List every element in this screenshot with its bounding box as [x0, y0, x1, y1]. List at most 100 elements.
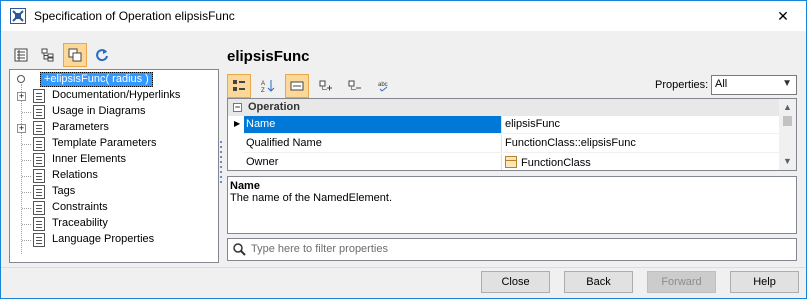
grid-group-operation[interactable]: − Operation: [228, 99, 780, 116]
row-marker-icon: ▶: [234, 119, 241, 128]
tree-item[interactable]: Tags: [10, 184, 218, 200]
document-icon: [33, 89, 45, 103]
grid-group-label: Operation: [248, 101, 300, 113]
chevron-down-icon: ▼: [782, 78, 792, 89]
tree-item-label: Traceability: [52, 217, 108, 229]
categorized-button[interactable]: [227, 74, 251, 98]
title-bar: Specification of Operation elipsisFunc ✕: [1, 1, 806, 31]
property-value-text: FunctionClass: [521, 157, 591, 169]
scroll-down-icon[interactable]: ▼: [779, 153, 796, 170]
description-icon: [290, 81, 304, 91]
filter-input[interactable]: Type here to filter properties: [227, 238, 797, 261]
tree-view-button[interactable]: [36, 43, 60, 67]
tree-item-label: Usage in Diagrams: [52, 105, 146, 117]
tree-item[interactable]: Usage in Diagrams: [10, 104, 218, 120]
document-icon: [33, 201, 45, 215]
svg-text:A: A: [261, 81, 265, 87]
document-icon: [33, 185, 45, 199]
spell-check-icon: abc: [378, 82, 388, 92]
tree-connector: [22, 208, 31, 209]
expand-icon: [319, 80, 332, 91]
window-title: Specification of Operation elipsisFunc: [34, 9, 235, 23]
tree-connector: [22, 224, 31, 225]
tree-connector: [22, 160, 31, 161]
description-text: The name of the NamedElement.: [230, 192, 393, 204]
back-button-label: Back: [586, 276, 611, 288]
tree-item[interactable]: Language Properties: [10, 232, 218, 248]
tree-item-label: Template Parameters: [52, 137, 157, 149]
collapse-group-icon[interactable]: −: [233, 103, 242, 112]
property-value[interactable]: FunctionClass: [503, 154, 780, 170]
tree-item[interactable]: + Parameters: [10, 120, 218, 136]
description-title: Name: [230, 180, 260, 192]
tree-item[interactable]: Constraints: [10, 200, 218, 216]
specification-tree[interactable]: +elipsisFunc( radius ) + Documentation/Hy…: [9, 69, 219, 263]
collapse-button[interactable]: [343, 74, 367, 98]
expand-button[interactable]: [314, 74, 338, 98]
splitter-handle[interactable]: [220, 141, 223, 187]
tree-toolbar: [9, 43, 114, 67]
properties-label: Properties:: [655, 79, 709, 91]
page-title: elipsisFunc: [227, 48, 310, 65]
scroll-thumb[interactable]: [783, 116, 792, 126]
list-view-button[interactable]: [9, 43, 33, 67]
property-value[interactable]: FunctionClass::elipsisFunc: [503, 135, 780, 153]
properties-toolbar: A Z abc: [227, 74, 396, 98]
property-key: Owner: [244, 154, 502, 170]
property-key: Name: [244, 116, 502, 134]
grid-scrollbar[interactable]: ▲ ▼: [779, 99, 796, 170]
spelling-button[interactable]: abc: [372, 74, 396, 98]
forward-button[interactable]: Forward: [647, 271, 716, 293]
property-value[interactable]: elipsisFunc: [503, 116, 780, 134]
tree-item-label: Relations: [52, 169, 98, 181]
help-button[interactable]: Help: [730, 271, 799, 293]
property-row[interactable]: Qualified Name FunctionClass::elipsisFunc: [228, 135, 780, 154]
tree-item-label: Parameters: [52, 121, 109, 133]
document-icon: [33, 121, 45, 135]
footer-divider: [1, 267, 806, 268]
refresh-button[interactable]: [90, 43, 114, 67]
refresh-icon: [96, 49, 108, 62]
property-row[interactable]: Owner FunctionClass: [228, 154, 780, 170]
sort-az-button[interactable]: A Z: [256, 74, 280, 98]
description-toggle-button[interactable]: [285, 74, 309, 98]
tree-item[interactable]: Inner Elements: [10, 152, 218, 168]
expand-icon[interactable]: +: [17, 92, 26, 101]
close-button[interactable]: Close: [481, 271, 550, 293]
property-value-text: elipsisFunc: [505, 118, 561, 130]
tree-root-label: +elipsisFunc( radius ): [40, 72, 153, 87]
back-button[interactable]: Back: [564, 271, 633, 293]
copy-view-button[interactable]: [63, 43, 87, 67]
tree-view-icon: [41, 48, 54, 62]
property-key: Qualified Name: [244, 135, 502, 153]
sort-az-icon: A Z: [261, 80, 275, 93]
filter-placeholder: Type here to filter properties: [251, 243, 388, 255]
close-icon: ✕: [777, 7, 789, 24]
tree-item[interactable]: + Documentation/Hyperlinks: [10, 88, 218, 104]
tree-root-item[interactable]: +elipsisFunc( radius ): [10, 72, 218, 88]
tree-item-label: Inner Elements: [52, 153, 126, 165]
tree-item[interactable]: Traceability: [10, 216, 218, 232]
svg-text:Z: Z: [261, 88, 265, 93]
expand-icon[interactable]: +: [17, 124, 26, 133]
tree-item-label: Constraints: [52, 201, 108, 213]
close-window-button[interactable]: ✕: [760, 1, 806, 31]
collapse-icon: [348, 80, 361, 90]
property-row[interactable]: ▶ Name elipsisFunc: [228, 116, 780, 135]
document-icon: [33, 137, 45, 151]
properties-select[interactable]: All ▼: [711, 75, 797, 95]
tree-connector: [22, 192, 31, 193]
tree-connector: [22, 176, 31, 177]
document-icon: [33, 217, 45, 231]
scroll-up-icon[interactable]: ▲: [779, 99, 796, 116]
tree-item[interactable]: Relations: [10, 168, 218, 184]
tree-item[interactable]: Template Parameters: [10, 136, 218, 152]
properties-grid: − Operation ▶ Name elipsisFunc Qualified Na…: [227, 98, 797, 171]
app-icon: [10, 8, 26, 24]
search-icon: [233, 243, 246, 256]
categorized-icon: [233, 80, 245, 91]
tree-item-label: Language Properties: [52, 233, 155, 245]
tree-connector: [22, 240, 31, 241]
specification-dialog: Specification of Operation elipsisFunc ✕: [0, 0, 807, 299]
list-view-icon: [14, 48, 28, 62]
